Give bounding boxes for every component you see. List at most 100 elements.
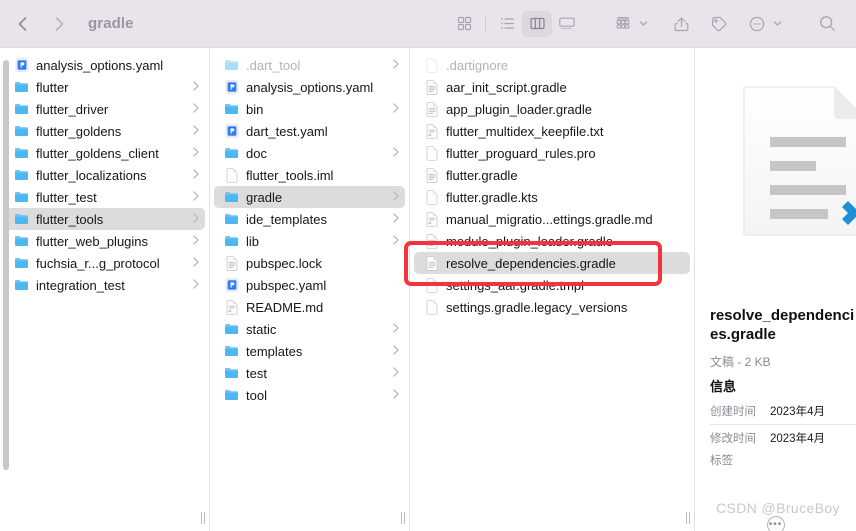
chevron-down-icon[interactable] xyxy=(639,15,648,33)
file-row[interactable]: pubspec.lock xyxy=(214,252,405,274)
group-by-button[interactable] xyxy=(608,11,638,37)
file-row-label: test xyxy=(246,365,267,381)
file-row[interactable]: .dartignore xyxy=(414,54,690,76)
finder-window: gradle analysis_options.yaml flutter flu… xyxy=(0,0,856,531)
share-button[interactable] xyxy=(666,11,696,37)
text-file-icon xyxy=(424,233,440,249)
file-row-selected[interactable]: flutter_tools xyxy=(4,208,205,230)
preview-file-name: resolve_dependencies.gradle xyxy=(710,307,855,343)
folder-icon xyxy=(14,233,30,249)
column-browser: analysis_options.yaml flutter flutter_driv… xyxy=(0,48,856,531)
file-row[interactable]: module_plugin_loader.gradle xyxy=(414,230,690,252)
chevron-right-icon xyxy=(187,124,199,138)
file-row[interactable]: flutter.gradle.kts xyxy=(414,186,690,208)
file-row[interactable]: flutter_tools.iml xyxy=(214,164,405,186)
file-row[interactable]: README.md xyxy=(214,296,405,318)
file-row[interactable]: flutter_goldens_client xyxy=(4,142,205,164)
file-row[interactable]: analysis_options.yaml xyxy=(4,54,205,76)
chevron-right-icon xyxy=(187,168,199,182)
file-row[interactable]: flutter_web_plugins xyxy=(4,230,205,252)
column-view-button[interactable] xyxy=(522,10,552,37)
file-row[interactable]: flutter_goldens xyxy=(4,120,205,142)
file-row[interactable]: flutter_driver xyxy=(4,98,205,120)
file-row[interactable]: dart_test.yaml xyxy=(214,120,405,142)
list-view-button[interactable] xyxy=(492,11,522,37)
folder-icon xyxy=(14,123,30,139)
sidebar-scrollbar[interactable] xyxy=(3,60,9,470)
icon-view-button[interactable] xyxy=(449,11,479,37)
file-row[interactable]: flutter_multidex_keepfile.txt xyxy=(414,120,690,142)
file-row-label: app_plugin_loader.gradle xyxy=(446,101,593,117)
file-row[interactable]: flutter_localizations xyxy=(4,164,205,186)
file-row[interactable]: integration_test xyxy=(4,274,205,296)
yaml-file-icon xyxy=(224,123,240,139)
yaml-file-icon xyxy=(224,277,240,293)
more-actions-button[interactable] xyxy=(742,11,772,37)
folder-icon xyxy=(14,255,30,271)
search-button[interactable] xyxy=(812,11,842,37)
file-row-label: analysis_options.yaml xyxy=(36,57,164,73)
file-row-label: flutter_goldens xyxy=(36,123,122,139)
column-resize-grip[interactable] xyxy=(683,512,692,524)
file-row-label: pubspec.lock xyxy=(246,255,322,271)
file-row[interactable]: analysis_options.yaml xyxy=(214,76,405,98)
file-row[interactable]: flutter xyxy=(4,76,205,98)
file-row[interactable]: lib xyxy=(214,230,405,252)
window-toolbar: gradle xyxy=(0,0,856,48)
view-switcher xyxy=(449,10,582,37)
chevron-right-icon xyxy=(387,322,399,336)
chevron-down-icon[interactable] xyxy=(773,15,782,33)
file-row[interactable]: pubspec.yaml xyxy=(214,274,405,296)
forward-button[interactable] xyxy=(48,13,70,35)
file-row[interactable]: doc xyxy=(214,142,405,164)
file-row-label: static xyxy=(246,321,277,337)
file-row[interactable]: settings.gradle.legacy_versions xyxy=(414,296,690,318)
file-row-label: .dart_tool xyxy=(246,57,301,73)
file-row-label: flutter xyxy=(36,79,69,95)
preview-info-key: 创建时间 xyxy=(710,406,756,418)
file-row-selected[interactable]: gradle xyxy=(214,186,405,208)
folder-icon xyxy=(224,343,240,359)
file-row[interactable]: test xyxy=(214,362,405,384)
file-row[interactable]: templates xyxy=(214,340,405,362)
document-preview-icon xyxy=(740,81,856,241)
file-row[interactable]: static xyxy=(214,318,405,340)
file-row[interactable]: manual_migratio...ettings.gradle.md xyxy=(414,208,690,230)
plain-file-icon xyxy=(424,299,440,315)
file-row-label: integration_test xyxy=(36,277,125,293)
file-row[interactable]: fuchsia_r...g_protocol xyxy=(4,252,205,274)
file-row[interactable]: aar_init_script.gradle xyxy=(414,76,690,98)
file-row-selected[interactable]: resolve_dependencies.gradle xyxy=(414,252,690,274)
file-row[interactable]: flutter_test xyxy=(4,186,205,208)
file-row[interactable]: flutter.gradle xyxy=(414,164,690,186)
toolbar-right-group xyxy=(449,0,856,48)
file-row[interactable]: .dart_tool xyxy=(214,54,405,76)
tag-button[interactable] xyxy=(704,11,734,37)
file-row[interactable]: settings_aar.gradle.tmpl xyxy=(414,274,690,296)
column-resize-grip[interactable] xyxy=(398,512,407,524)
back-button[interactable] xyxy=(12,13,34,35)
file-row[interactable]: ide_templates xyxy=(214,208,405,230)
file-row-label: pubspec.yaml xyxy=(246,277,327,293)
chevron-right-icon xyxy=(187,256,199,270)
preview-more-button[interactable]: ••• 更多 xyxy=(695,514,856,531)
markdown-file-icon xyxy=(224,299,240,315)
chevron-right-icon xyxy=(187,80,199,94)
preview-file-kind-size: 文稿 - 2 KB xyxy=(710,355,771,369)
column-one: analysis_options.yamlflutter flutter_driv… xyxy=(0,48,210,531)
file-row[interactable]: bin xyxy=(214,98,405,120)
folder-icon xyxy=(14,189,30,205)
folder-icon xyxy=(14,277,30,293)
preview-pane: resolve_dependencies.gradle 文稿 - 2 KB 信息… xyxy=(695,48,856,531)
gallery-view-button[interactable] xyxy=(552,11,582,37)
file-row-label: bin xyxy=(246,101,264,117)
file-row[interactable]: app_plugin_loader.gradle xyxy=(414,98,690,120)
column-resize-grip[interactable] xyxy=(198,512,207,524)
file-row-label: flutter_multidex_keepfile.txt xyxy=(446,123,604,139)
folder-icon xyxy=(14,167,30,183)
file-row[interactable]: tool xyxy=(214,384,405,406)
file-row[interactable]: flutter_proguard_rules.pro xyxy=(414,142,690,164)
folder-icon xyxy=(14,211,30,227)
chevron-right-icon xyxy=(387,146,399,160)
file-row-label: gradle xyxy=(246,189,283,205)
